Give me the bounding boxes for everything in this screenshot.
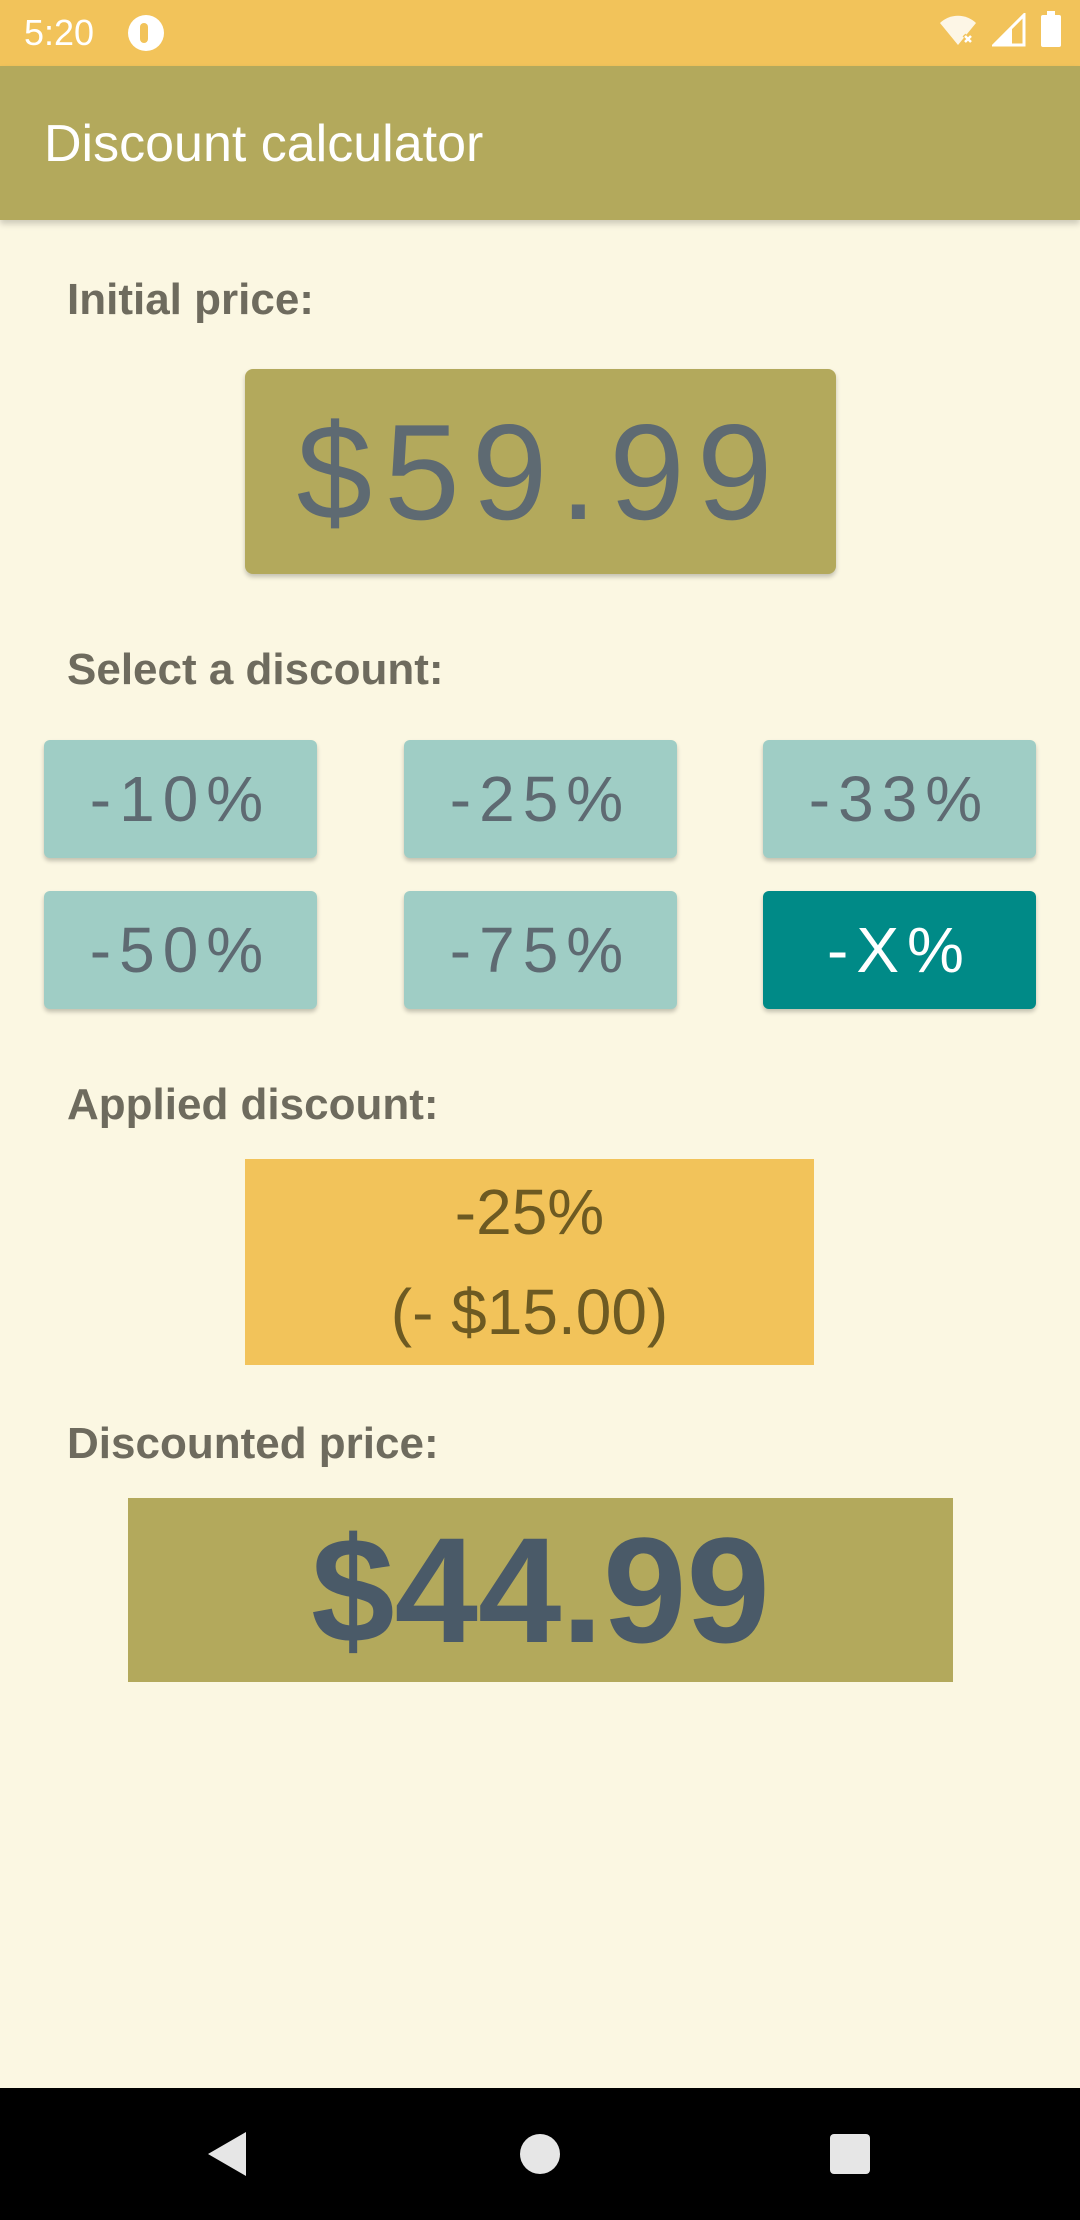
- initial-price-label: Initial price:: [67, 275, 314, 324]
- navigation-bar: [0, 2088, 1080, 2220]
- app-notification-icon: [128, 15, 164, 51]
- discount-button-50[interactable]: -50%: [44, 891, 317, 1009]
- applied-discount-box: -25% (- $15.00): [245, 1159, 814, 1365]
- select-discount-label: Select a discount:: [67, 645, 444, 694]
- applied-discount-amount: (- $15.00): [390, 1276, 669, 1348]
- discount-button-10[interactable]: -10%: [44, 740, 317, 858]
- recents-icon[interactable]: [814, 2118, 886, 2190]
- app-title: Discount calculator: [44, 115, 484, 173]
- discounted-price-value: $44.99: [311, 1506, 770, 1674]
- back-icon[interactable]: [190, 2118, 262, 2190]
- discount-button-33[interactable]: -33%: [763, 740, 1036, 858]
- applied-discount-percent: -25%: [454, 1176, 605, 1248]
- discounted-price-box: $44.99: [128, 1498, 953, 1682]
- app-bar: Discount calculator: [0, 66, 1080, 220]
- discount-button-25[interactable]: -25%: [404, 740, 677, 858]
- battery-icon: [1040, 11, 1062, 52]
- applied-discount-label: Applied discount:: [67, 1080, 439, 1129]
- wifi-icon: [938, 13, 978, 52]
- signal-icon: [990, 11, 1026, 52]
- initial-price-field[interactable]: $59.99: [245, 369, 836, 574]
- discount-button-custom[interactable]: -X%: [763, 891, 1036, 1009]
- initial-price-value: $59.99: [296, 395, 785, 548]
- status-bar: 5:20: [0, 0, 1080, 66]
- discounted-price-label: Discounted price:: [67, 1419, 439, 1468]
- status-time: 5:20: [24, 12, 95, 53]
- status-icons: [938, 11, 1062, 52]
- home-icon[interactable]: [504, 2118, 576, 2190]
- discount-button-75[interactable]: -75%: [404, 891, 677, 1009]
